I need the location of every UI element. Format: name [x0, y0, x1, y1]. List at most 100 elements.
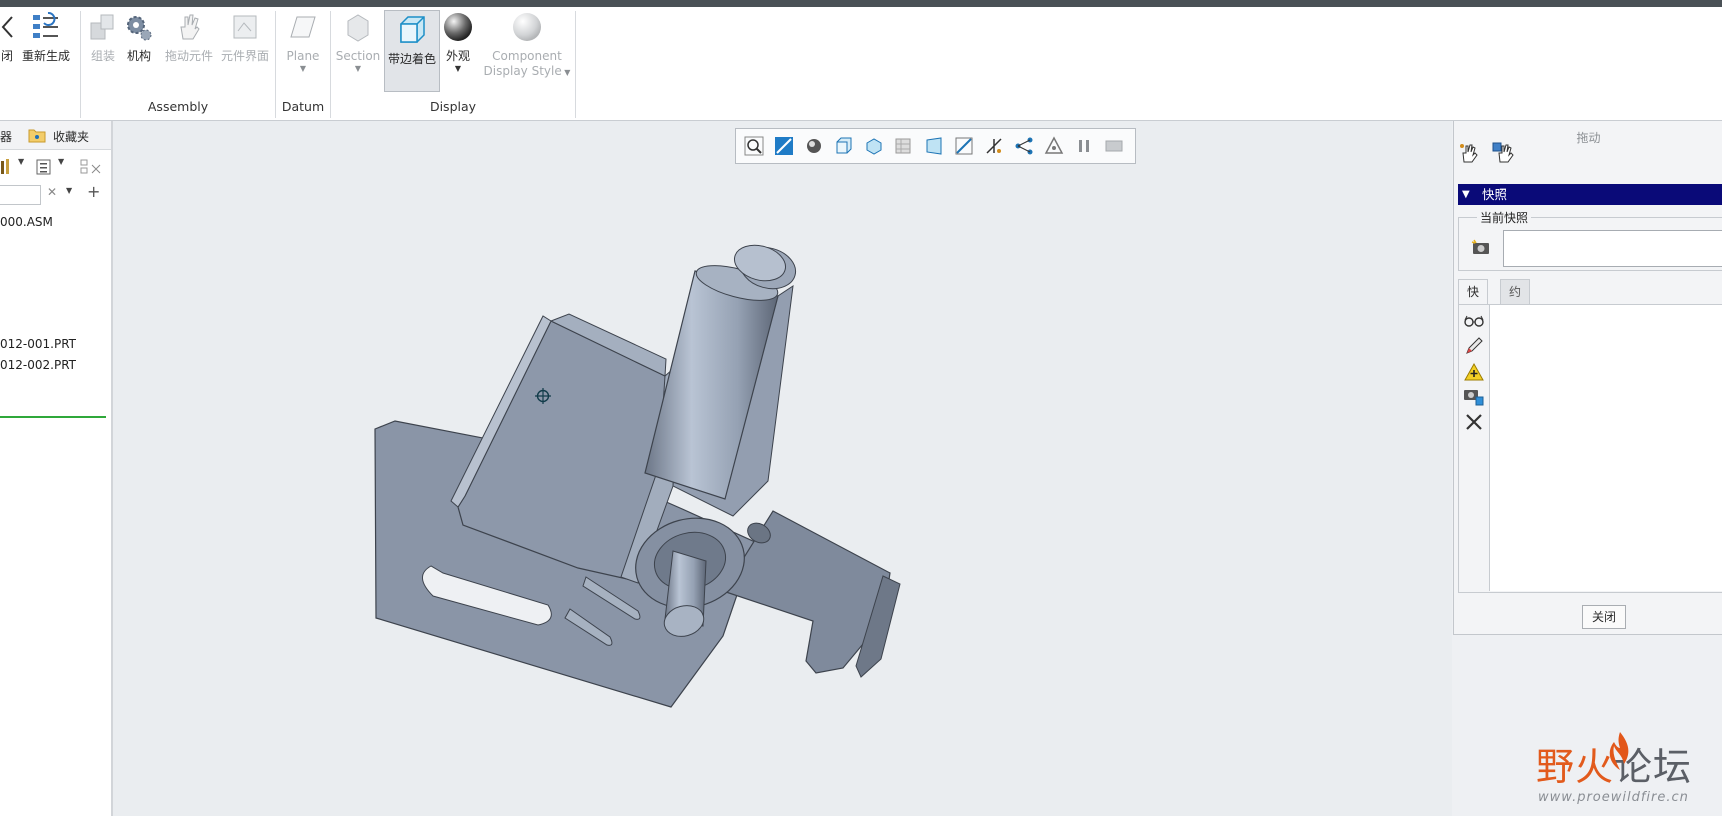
regenerate-button[interactable]: 重新生成 [20, 11, 72, 64]
show-list-icon[interactable] [36, 159, 52, 175]
datum-planes-icon[interactable] [954, 136, 974, 156]
gear-icon [127, 16, 152, 41]
view-manager-icon[interactable] [894, 136, 914, 156]
ribbon-separator [330, 11, 331, 118]
panel-tabs: 器 收藏夹 [0, 121, 111, 150]
annotation-display-icon[interactable] [1104, 136, 1124, 156]
close-button[interactable]: 闭 [0, 11, 14, 64]
display-style-sphere-icon [513, 13, 541, 41]
chevron-down-icon[interactable]: ▼ [66, 186, 72, 195]
pencil-icon[interactable] [1463, 335, 1485, 357]
ribbon-separator [275, 11, 276, 118]
current-snapshot-input[interactable] [1503, 230, 1722, 267]
hinge-assembly-model[interactable] [113, 121, 1452, 816]
current-snapshot-legend: 当前快照 [1477, 209, 1532, 226]
drag-point-icon[interactable] [1458, 142, 1480, 164]
datum-points-icon[interactable] [1014, 136, 1034, 156]
watermark-logo: 野火论坛 www.proewildfire.cn [1536, 726, 1722, 816]
drag-components-button[interactable]: 拖动元件 [162, 11, 216, 64]
group-label-assembly: Assembly [147, 99, 209, 114]
tab-favorites[interactable]: 收藏夹 [53, 128, 89, 145]
tab-constraints[interactable]: 约束 [1500, 279, 1531, 323]
add-warning-icon[interactable] [1463, 361, 1485, 383]
current-snapshot-group: 当前快照 [1458, 209, 1722, 271]
snapshots-section-header[interactable]: ▼ 快照 [1458, 184, 1722, 205]
display-style-cube-icon[interactable] [834, 136, 854, 156]
ribbon-group-assembly: 组装 机构 拖动元件 元件界面 Assembly [82, 7, 274, 120]
glasses-icon[interactable] [1463, 309, 1485, 331]
flame-icon [1609, 732, 1629, 770]
delete-icon[interactable] [1463, 411, 1485, 433]
ribbon-group-operations: 闭 重新生成 [0, 7, 80, 120]
hand-icon [180, 14, 200, 40]
component-display-style-label-2: Display Style [483, 64, 562, 78]
snapshots-header-label: 快照 [1482, 187, 1508, 202]
close-button[interactable]: 关闭 [1582, 605, 1626, 629]
shaded-with-edges-label: 带边着色 [387, 52, 436, 66]
chevron-down-icon: ▼ [561, 68, 571, 77]
snapshots-pane [1458, 304, 1722, 593]
snapshots-list[interactable] [1489, 305, 1722, 591]
chevron-down-icon[interactable]: ▼ [18, 157, 24, 166]
shaded-with-edges-button[interactable]: 带边着色 [384, 10, 440, 92]
section-icon [347, 14, 369, 42]
group-label-display: Display [429, 99, 477, 114]
plane-button[interactable]: Plane ▼ [283, 11, 323, 74]
chevron-down-icon: ▼ [354, 64, 362, 73]
regenerate-icon [33, 12, 58, 38]
coordinate-systems-icon[interactable] [1044, 136, 1064, 156]
shading-sphere-icon[interactable] [804, 136, 824, 156]
appearance-button[interactable]: 外观 ▼ [440, 11, 476, 74]
close-label: 闭 [0, 49, 13, 63]
assemble-button[interactable]: 组装 [86, 11, 120, 64]
tree-search-row: ✕ ▼ + [0, 182, 111, 205]
snapshot-copy-icon[interactable] [1463, 385, 1485, 407]
chevron-down-icon: ▼ [299, 64, 307, 73]
perspective-icon[interactable] [924, 136, 944, 156]
appearance-label: 外观 [445, 49, 470, 63]
tree-toolbar: ▼ ▼ [0, 156, 111, 178]
datum-axes-icon[interactable] [984, 136, 1004, 156]
tab-snapshots[interactable]: 快照 [1458, 279, 1489, 323]
model-tree-panel: 器 收藏夹 ▼ ▼ ✕ ▼ + 000.ASM 012-001.PRT 012-… [0, 121, 113, 816]
clear-icon[interactable]: ✕ [47, 185, 57, 199]
component-interface-label: 元件界面 [220, 49, 269, 63]
filter-tree-icon[interactable] [80, 159, 102, 177]
section-label: Section [335, 49, 381, 63]
tab-model-tree[interactable]: 器 [0, 128, 12, 145]
ribbon-group-display: Section ▼ 带边着色 外观 ▼ Component Display St… [332, 7, 574, 120]
graphics-viewport[interactable] [113, 121, 1452, 816]
search-input[interactable] [0, 185, 41, 205]
section-button[interactable]: Section ▼ [334, 11, 382, 74]
take-snapshot-icon[interactable] [1471, 238, 1491, 256]
zoom-in-icon[interactable] [774, 136, 794, 156]
pause-icon[interactable] [1074, 136, 1094, 156]
component-interface-button[interactable]: 元件界面 [218, 11, 272, 64]
appearance-sphere-icon [444, 13, 472, 41]
ribbon-separator [575, 11, 576, 118]
watermark-url: www.proewildfire.cn [1538, 790, 1689, 805]
mechanism-label: 机构 [126, 49, 151, 63]
saved-views-icon[interactable] [864, 136, 884, 156]
insert-indicator [0, 416, 106, 418]
add-icon[interactable]: + [87, 182, 100, 201]
assemble-icon [90, 14, 114, 40]
shaded-cube-icon [400, 16, 425, 43]
ribbon: 闭 重新生成 组装 机构 拖动元件 元件界面 Assembly Plane ▼ … [0, 7, 1722, 121]
drag-body-icon[interactable] [1492, 142, 1516, 164]
tree-item-assembly[interactable]: 000.ASM [0, 215, 53, 229]
mechanism-button[interactable]: 机构 [122, 11, 156, 64]
favorites-folder-icon [28, 129, 46, 143]
drag-components-label: 拖动元件 [164, 49, 213, 63]
watermark-text-part-1: 野火 [1536, 745, 1615, 789]
tree-item-part-1[interactable]: 012-001.PRT [0, 337, 76, 351]
component-interface-icon [233, 15, 257, 39]
zoom-fit-icon[interactable] [744, 136, 764, 156]
chevron-down-icon[interactable]: ▼ [58, 157, 64, 166]
component-display-style-button[interactable]: Component Display Style ▼ [482, 11, 572, 80]
collapse-triangle-icon: ▼ [1462, 189, 1470, 200]
settings-icon[interactable] [0, 159, 14, 175]
drag-dialog: 拖动 ▼ 快照 当前快照 快照 约束 关闭 [1453, 121, 1722, 635]
tree-item-part-2[interactable]: 012-002.PRT [0, 358, 76, 372]
close-chevron-icon [1, 16, 13, 38]
